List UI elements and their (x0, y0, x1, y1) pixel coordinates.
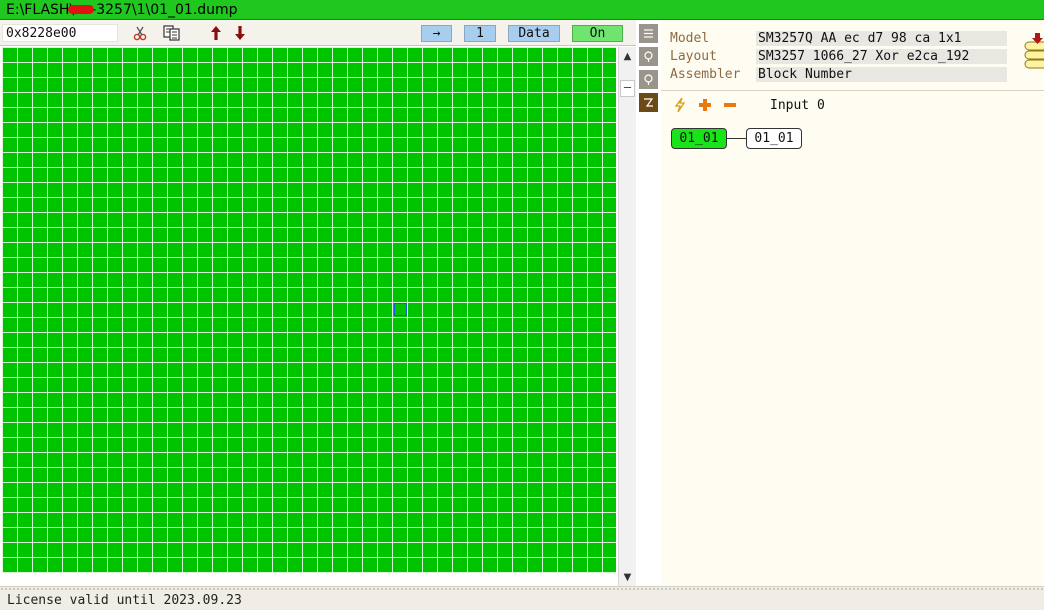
status-bar-grip (0, 587, 1044, 591)
copy-icon[interactable] (162, 23, 182, 43)
database-stack-icon[interactable] (1023, 32, 1044, 72)
window-title-prefix: E:\FLASH\ (6, 2, 75, 18)
chip-info-panel: Model SM3257Q AA ec d7 98 ca 1x1 Layout … (661, 20, 1044, 586)
model-label: Model (670, 31, 710, 46)
arrow-up-icon[interactable] (206, 23, 226, 43)
panel-divider (661, 90, 1044, 91)
lightning-icon[interactable] (671, 96, 689, 114)
model-value: SM3257Q AA ec d7 98 ca 1x1 (756, 31, 1007, 46)
layout-value: SM3257 1066_27 Xor e2ca_192 (756, 49, 1007, 64)
block-map-grid[interactable] (2, 47, 616, 573)
grid-cursor (394, 303, 407, 316)
window-title-suffix: -3257\1\01_01.dump (91, 2, 238, 18)
source-dump-node[interactable]: 01_01 (671, 128, 727, 149)
address-input[interactable] (2, 24, 118, 42)
plus-icon[interactable] (696, 96, 714, 114)
redacted-mark (68, 4, 95, 14)
arrow-down-icon[interactable] (230, 23, 250, 43)
zoom-out-button[interactable]: – (620, 80, 635, 97)
list-icon[interactable] (639, 24, 658, 43)
vertical-scrollbar[interactable]: ▲ – ▼ (618, 47, 636, 586)
direction-button[interactable]: → (421, 25, 452, 42)
bulb-icon[interactable] (639, 47, 658, 66)
layout-label: Layout (670, 49, 717, 64)
on-toggle-button[interactable]: On (572, 25, 623, 42)
assembler-value: Block Number (756, 67, 1007, 82)
step-button[interactable]: 1 (464, 25, 496, 42)
output-node[interactable]: 01_01 (746, 128, 802, 149)
data-button[interactable]: Data (508, 25, 560, 42)
scroll-down-arrow[interactable]: ▼ (619, 569, 636, 586)
node-connector (727, 138, 746, 139)
license-status: License valid until 2023.09.23 (7, 593, 242, 608)
dump-toolbar: → 1 Data On (0, 20, 636, 46)
bulb-alt-icon[interactable] (639, 70, 658, 89)
status-bar: License valid until 2023.09.23 (0, 586, 1044, 610)
scroll-up-arrow[interactable]: ▲ (619, 48, 636, 65)
side-icon-strip (638, 22, 660, 112)
input-count-label: Input 0 (770, 98, 825, 113)
window-title-bar: E:\FLASH\ -3257\1\01_01.dump (0, 0, 1044, 20)
assembler-icon[interactable] (639, 93, 658, 112)
scissors-icon[interactable] (130, 23, 150, 43)
assembler-label: Assembler (670, 67, 741, 82)
minus-icon[interactable] (721, 96, 739, 114)
